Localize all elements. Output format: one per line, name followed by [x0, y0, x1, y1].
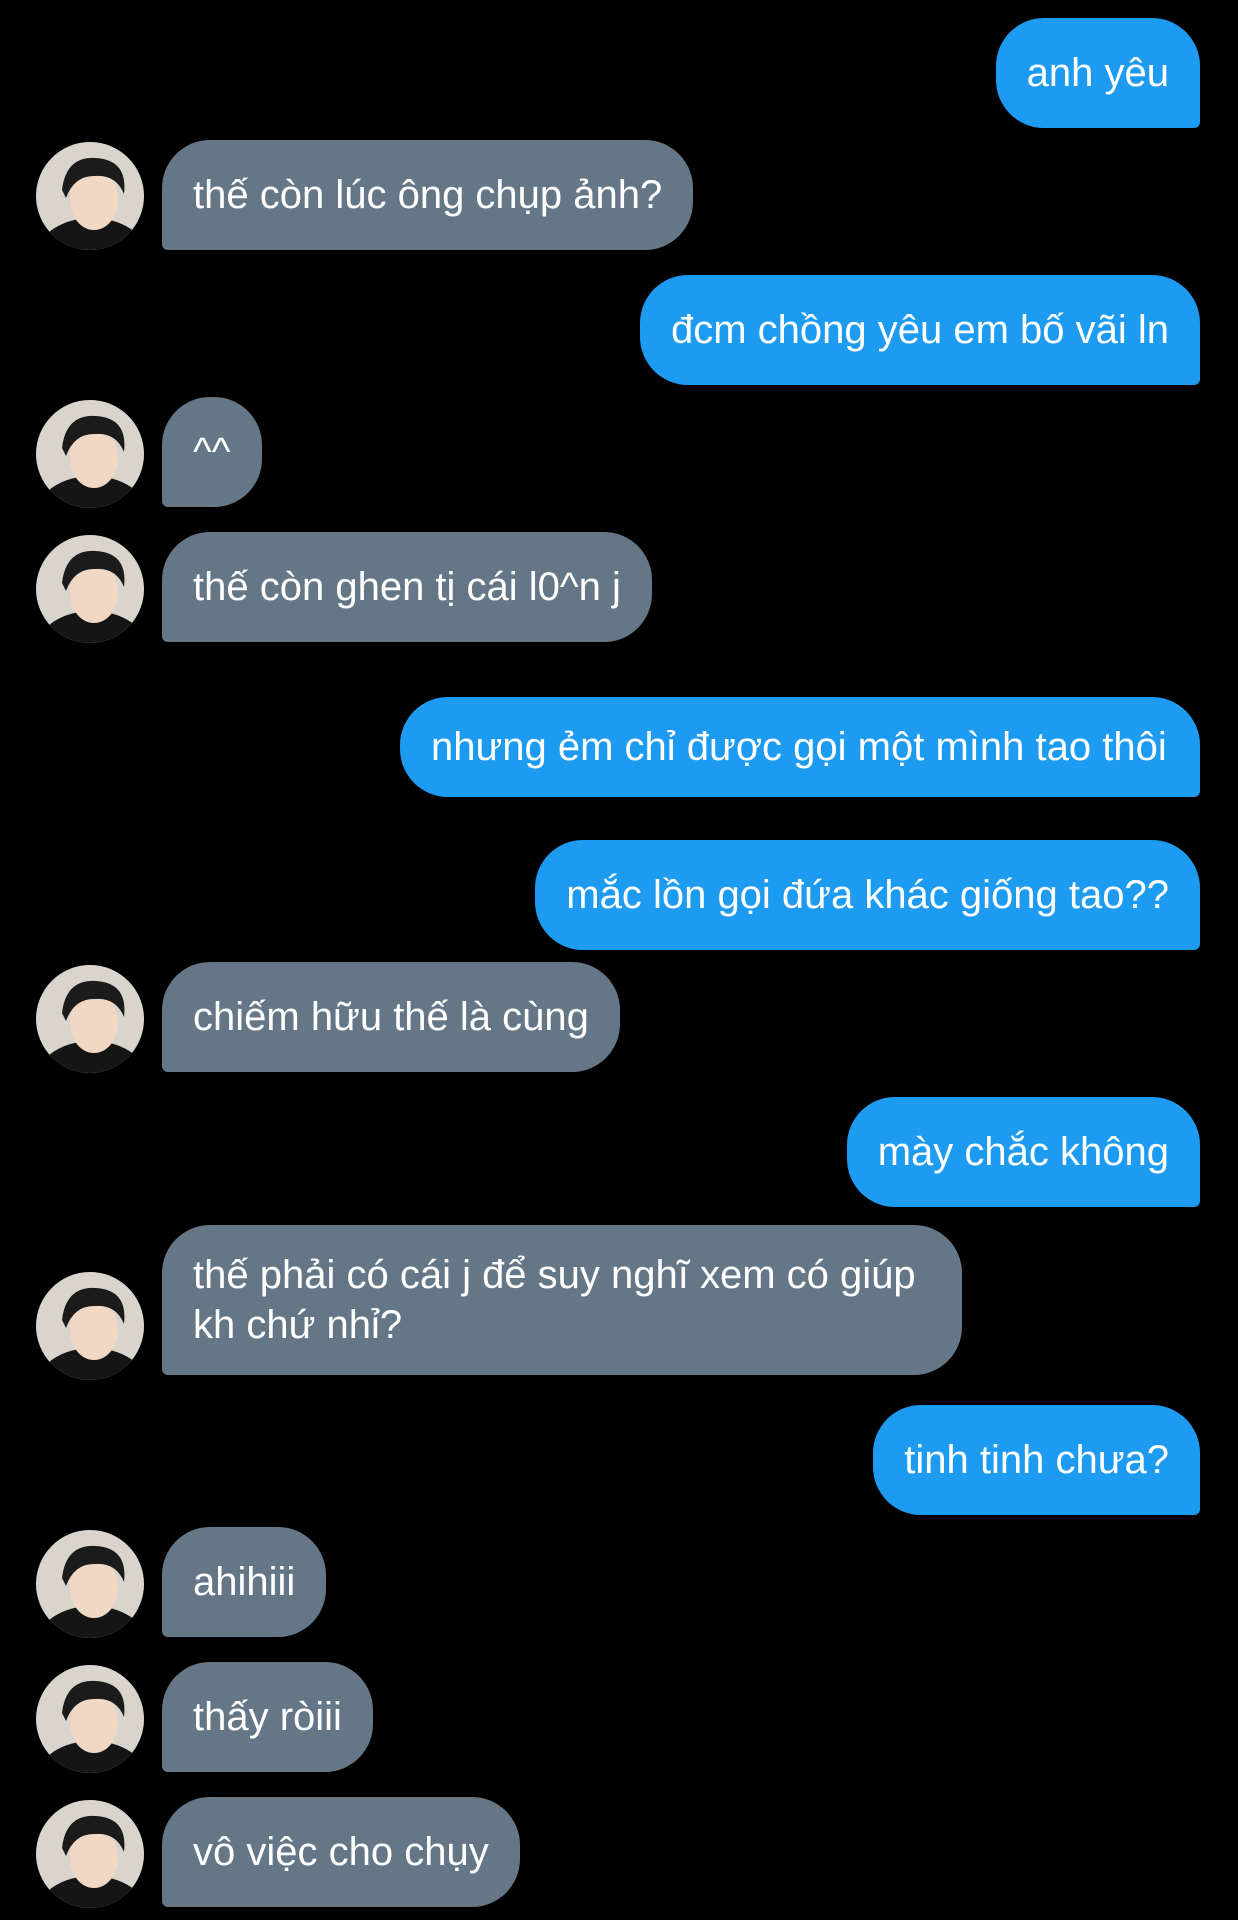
incoming-message: thấy ròiii [162, 1662, 373, 1772]
incoming-message: vô việc cho chụy [162, 1797, 520, 1907]
incoming-message: thế phải có cái j để suy nghĩ xem có giú… [162, 1220, 962, 1380]
avatar-photo-icon [36, 1665, 144, 1773]
contact-avatar[interactable] [36, 1665, 144, 1773]
contact-avatar[interactable] [36, 400, 144, 508]
avatar-photo-icon [36, 1272, 144, 1380]
contact-avatar[interactable] [36, 1530, 144, 1638]
outgoing-message: mắc lồn gọi đứa khác giống tao?? [535, 839, 1200, 950]
incoming-bubble[interactable]: thế còn lúc ông chụp ảnh? [162, 140, 694, 250]
avatar-photo-icon [36, 535, 144, 643]
incoming-bubble[interactable]: chiếm hữu thế là cùng [162, 962, 620, 1072]
outgoing-message: tinh tinh chưa? [873, 1405, 1200, 1515]
contact-avatar[interactable] [36, 142, 144, 250]
outgoing-message: mày chắc không [846, 1097, 1200, 1207]
incoming-bubble[interactable]: vô việc cho chụy [162, 1797, 520, 1907]
outgoing-bubble[interactable]: nhưng ẻm chỉ được gọi một mình tao thôi [400, 697, 1200, 797]
outgoing-bubble[interactable]: đcm chồng yêu em bố vãi ln [639, 275, 1200, 385]
outgoing-message: đcm chồng yêu em bố vãi ln [639, 275, 1200, 385]
incoming-bubble[interactable]: thế còn ghen tị cái l0^n j [162, 532, 652, 642]
incoming-message: ^^ [162, 397, 262, 507]
avatar-photo-icon [36, 1530, 144, 1638]
outgoing-bubble[interactable]: anh yêu [995, 17, 1200, 128]
contact-avatar[interactable] [36, 965, 144, 1073]
avatar-photo-icon [36, 1800, 144, 1908]
avatar-photo-icon [36, 965, 144, 1073]
contact-avatar[interactable] [36, 535, 144, 643]
incoming-message: ahihiii [162, 1527, 327, 1637]
incoming-message: thế còn lúc ông chụp ảnh? [162, 140, 694, 250]
incoming-message: thế còn ghen tị cái l0^n j [162, 532, 652, 642]
outgoing-bubble[interactable]: tinh tinh chưa? [873, 1405, 1200, 1515]
incoming-bubble[interactable]: thấy ròiii [162, 1662, 373, 1772]
message-thread: anh yêu thế còn lúc ông chụp ảnh? đcm ch… [0, 0, 1238, 1920]
outgoing-bubble[interactable]: mày chắc không [846, 1097, 1200, 1207]
incoming-bubble[interactable]: thế phải có cái j để suy nghĩ xem có giú… [162, 1225, 962, 1375]
avatar-photo-icon [36, 142, 144, 250]
outgoing-message: anh yêu [995, 17, 1200, 128]
incoming-message: chiếm hữu thế là cùng [162, 962, 620, 1072]
outgoing-message: nhưng ẻm chỉ được gọi một mình tao thôi [400, 667, 1200, 827]
avatar-photo-icon [36, 400, 144, 508]
incoming-bubble[interactable]: ahihiii [162, 1527, 327, 1637]
contact-avatar[interactable] [36, 1800, 144, 1908]
outgoing-bubble[interactable]: mắc lồn gọi đứa khác giống tao?? [535, 839, 1200, 950]
contact-avatar[interactable] [36, 1272, 144, 1380]
incoming-bubble[interactable]: ^^ [162, 397, 262, 507]
